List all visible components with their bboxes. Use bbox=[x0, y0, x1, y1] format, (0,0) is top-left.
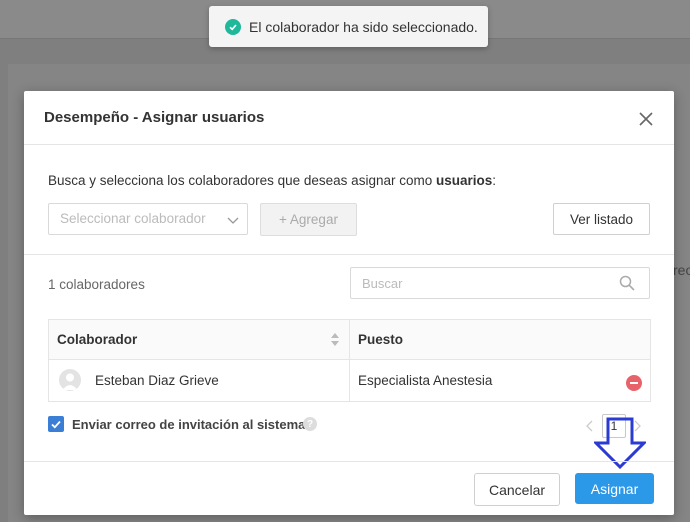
collaborator-name: Esteban Diaz Grieve bbox=[95, 373, 219, 388]
invite-checkbox[interactable] bbox=[48, 416, 64, 432]
header-divider bbox=[24, 144, 674, 145]
add-button[interactable]: + Agregar bbox=[260, 203, 357, 236]
avatar bbox=[59, 369, 81, 391]
check-circle-icon bbox=[225, 18, 241, 35]
footer-divider bbox=[24, 461, 674, 462]
assign-users-modal: Desempeño - Asignar usuarios Busca y sel… bbox=[24, 91, 674, 515]
toast-notification: El colaborador ha sido seleccionado. bbox=[209, 6, 488, 47]
collaborators-table: Colaborador Puesto Esteban Diaz Grieve E… bbox=[48, 319, 651, 402]
header-colaborador: Colaborador bbox=[57, 332, 138, 347]
search-placeholder: Buscar bbox=[362, 276, 403, 291]
section-divider bbox=[24, 254, 674, 255]
collaborator-select-placeholder: Seleccionar colaborador bbox=[60, 211, 206, 226]
search-input[interactable]: Buscar bbox=[350, 267, 650, 299]
collaborator-count: 1 colaboradores bbox=[48, 277, 145, 292]
assign-button[interactable]: Asignar bbox=[575, 473, 654, 504]
toast-message: El colaborador ha sido seleccionado. bbox=[249, 18, 478, 35]
invite-checkbox-label[interactable]: Enviar correo de invitación al sistema. bbox=[72, 417, 309, 432]
chevron-left-icon[interactable] bbox=[586, 419, 594, 435]
collaborator-select[interactable]: Seleccionar colaborador bbox=[48, 203, 248, 235]
help-icon[interactable]: ? bbox=[303, 417, 317, 431]
view-list-button[interactable]: Ver listado bbox=[553, 203, 650, 235]
remove-icon[interactable] bbox=[626, 375, 642, 391]
down-arrow-annotation-icon bbox=[592, 417, 648, 472]
collaborator-position: Especialista Anestesia bbox=[358, 373, 493, 388]
modal-title: Desempeño - Asignar usuarios bbox=[44, 109, 265, 126]
search-icon bbox=[619, 275, 635, 294]
header-puesto: Puesto bbox=[358, 332, 404, 347]
column-divider bbox=[349, 320, 350, 401]
close-icon[interactable] bbox=[636, 109, 656, 129]
background-edge-text: reo bbox=[673, 262, 690, 278]
instructions-text: Busca y selecciona los colaboradores que… bbox=[48, 173, 497, 188]
cancel-button[interactable]: Cancelar bbox=[474, 473, 560, 506]
chevron-down-icon bbox=[227, 213, 239, 229]
sort-icon[interactable] bbox=[331, 333, 339, 349]
